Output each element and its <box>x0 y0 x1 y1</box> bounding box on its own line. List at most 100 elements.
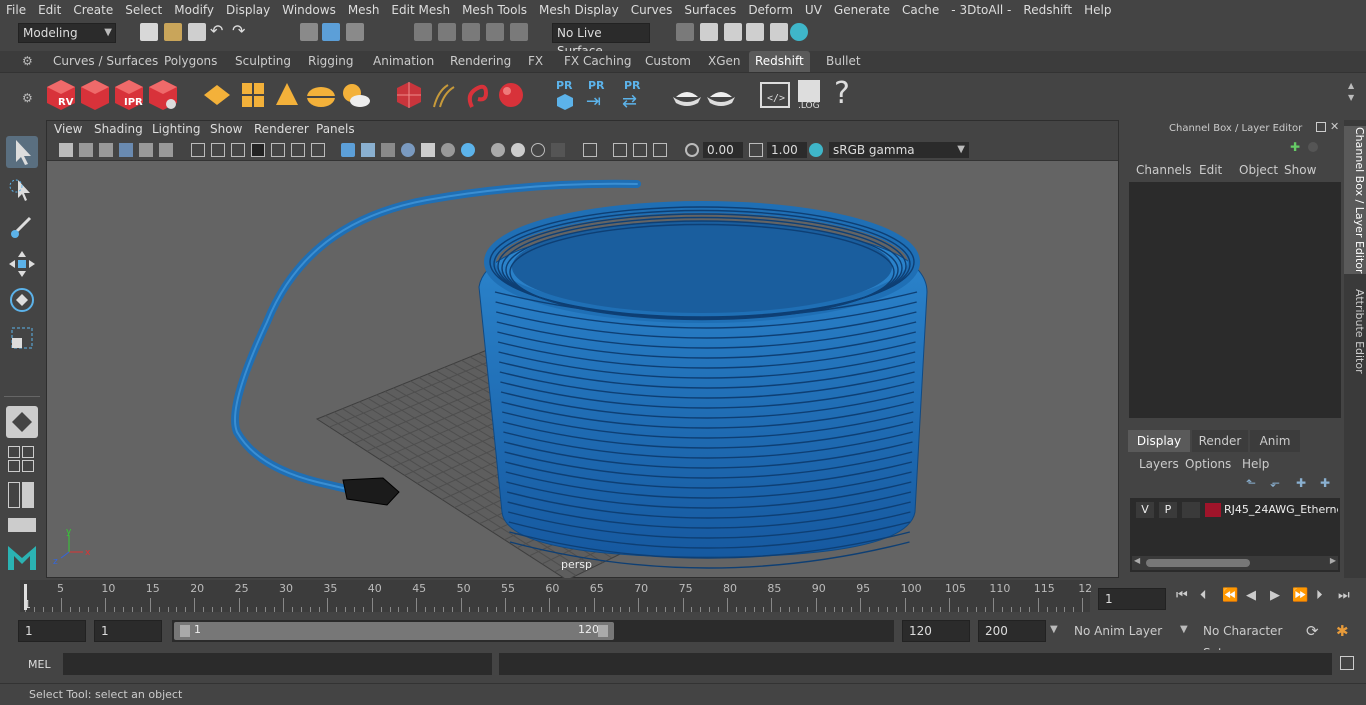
range-slider-handle[interactable]: 1 120 <box>174 622 614 640</box>
range-handle-left[interactable] <box>180 625 190 637</box>
step-forward-frame-icon[interactable]: ⏩ <box>1292 588 1308 603</box>
scale-tool-button[interactable] <box>6 322 38 354</box>
camera-attributes-icon[interactable] <box>79 143 93 157</box>
render-current-frame-icon[interactable] <box>724 23 742 41</box>
redo-icon[interactable]: ↷ <box>232 23 250 41</box>
tab-redshift[interactable]: Redshift <box>749 51 810 72</box>
tab-display[interactable]: Display <box>1128 430 1190 452</box>
tab-xgen[interactable]: XGen <box>702 51 747 72</box>
use-all-lights-icon[interactable] <box>421 143 435 157</box>
scroll-left-icon[interactable]: ◀ <box>1134 556 1140 565</box>
auto-key-icon[interactable]: ⟳ <box>1306 622 1319 640</box>
camera-select-icon[interactable] <box>59 143 73 157</box>
menu-deform[interactable]: Deform <box>742 0 799 20</box>
rotate-tool-button[interactable] <box>6 284 38 316</box>
redshift-settings-button[interactable] <box>146 77 180 113</box>
range-handle-right[interactable] <box>598 625 608 637</box>
ipr-render-icon[interactable] <box>746 23 764 41</box>
four-view-layout-button[interactable] <box>8 446 36 472</box>
viewport-panel[interactable]: View Shading Lighting Show Renderer Pane… <box>46 120 1119 578</box>
image-plane-icon[interactable] <box>119 143 133 157</box>
mode-selector[interactable]: Modeling ▼ <box>18 23 116 43</box>
wireframe-icon[interactable] <box>341 143 355 157</box>
viewport-menu-shading[interactable]: Shading <box>94 122 143 136</box>
depth-of-field-icon[interactable] <box>551 143 565 157</box>
xray-active-icon[interactable] <box>633 143 647 157</box>
play-forwards-icon[interactable]: ▶ <box>1270 588 1280 603</box>
tab-rigging[interactable]: Rigging <box>302 51 359 72</box>
arrow-up-icon[interactable]: ▲ <box>1348 81 1354 90</box>
safe-action-icon[interactable] <box>291 143 305 157</box>
tab-bullet[interactable]: Bullet <box>820 51 867 72</box>
resolution-gate-icon[interactable] <box>231 143 245 157</box>
tab-curves-surfaces[interactable]: Curves / Surfaces <box>47 51 164 72</box>
motion-blur-icon[interactable] <box>511 143 525 157</box>
color-space-dropdown[interactable]: sRGB gamma ▼ <box>829 142 969 158</box>
undo-icon[interactable]: ↶ <box>210 23 228 41</box>
gamma-icon[interactable] <box>749 143 763 157</box>
construction-history-icon[interactable] <box>676 23 694 41</box>
animation-end-field[interactable]: 200 <box>978 620 1046 642</box>
menu-mesh[interactable]: Mesh <box>342 0 386 20</box>
float-panel-icon[interactable] <box>1316 122 1326 132</box>
film-gate-icon[interactable] <box>211 143 225 157</box>
anti-aliasing-icon[interactable] <box>531 143 545 157</box>
move-tool-button[interactable] <box>6 248 38 280</box>
step-forward-key-icon[interactable]: ⏵ <box>1316 588 1323 603</box>
viewport-menu-renderer[interactable]: Renderer <box>254 122 309 136</box>
menu-select[interactable]: Select <box>119 0 168 20</box>
time-ruler[interactable]: 5 10 15 20 25 30 35 40 45 50 55 60 65 70 75 80 85 90 95 100… <box>20 580 1092 612</box>
redshift-dome-light-button[interactable] <box>304 77 338 113</box>
render-view-icon[interactable] <box>700 23 718 41</box>
shelf-scroll-arrows[interactable]: ▲ ▼ <box>1346 81 1360 111</box>
tab-render[interactable]: Render <box>1192 430 1248 452</box>
new-scene-icon[interactable] <box>140 23 158 41</box>
layer-playback-toggle[interactable]: P <box>1159 502 1177 518</box>
ambient-occlusion-icon[interactable] <box>491 143 505 157</box>
redshift-hair-button[interactable] <box>426 77 460 113</box>
tab-fx[interactable]: FX <box>522 51 549 72</box>
color-management-icon[interactable] <box>809 143 823 157</box>
playback-start-field[interactable]: 1 <box>94 620 162 642</box>
redshift-spot-light-button[interactable] <box>270 77 304 113</box>
tab-rendering[interactable]: Rendering <box>444 51 517 72</box>
exposure-icon[interactable] <box>685 143 699 157</box>
redshift-ipr-button[interactable]: IPR <box>112 77 146 113</box>
menu-cache[interactable]: Cache <box>896 0 945 20</box>
redshift-sphere-button[interactable] <box>494 77 528 113</box>
snap-grid-icon[interactable] <box>414 23 432 41</box>
viewport-menu-panels[interactable]: Panels <box>316 122 355 136</box>
bookmark-icon[interactable] <box>99 143 113 157</box>
scroll-right-icon[interactable]: ▶ <box>1330 556 1336 565</box>
menu-curves[interactable]: Curves <box>625 0 679 20</box>
current-frame-field[interactable]: 1 <box>1098 588 1166 610</box>
menu-edit-mesh[interactable]: Edit Mesh <box>385 0 456 20</box>
new-layer-icon[interactable]: ✚ <box>1296 476 1306 490</box>
smooth-shade-icon[interactable] <box>361 143 375 157</box>
select-by-object-icon[interactable] <box>322 23 340 41</box>
menu-file[interactable]: File <box>0 0 32 20</box>
menu-create[interactable]: Create <box>67 0 119 20</box>
viewport-menu-lighting[interactable]: Lighting <box>152 122 201 136</box>
tab-polygons[interactable]: Polygons <box>158 51 223 72</box>
menu-redshift[interactable]: Redshift <box>1017 0 1078 20</box>
shelf-menu-gear-icon[interactable]: ⚙ <box>22 91 33 105</box>
menu-object[interactable]: Object <box>1239 163 1278 177</box>
redshift-proxy-button[interactable] <box>392 77 426 113</box>
menu-show[interactable]: Show <box>1284 163 1316 177</box>
select-tool-button[interactable] <box>6 136 38 168</box>
xray-joints-icon[interactable] <box>613 143 627 157</box>
menu-channels[interactable]: Channels <box>1136 163 1192 177</box>
snap-curve-icon[interactable] <box>438 23 456 41</box>
render-settings-icon[interactable] <box>770 23 788 41</box>
menu-cb-edit[interactable]: Edit <box>1199 163 1222 177</box>
textured-icon[interactable] <box>401 143 415 157</box>
tab-sculpting[interactable]: Sculpting <box>229 51 297 72</box>
tab-fx-caching[interactable]: FX Caching <box>558 51 637 72</box>
chevron-down-icon[interactable]: ▼ <box>1050 624 1058 635</box>
menu-layers[interactable]: Layers <box>1139 457 1179 471</box>
grid-toggle-icon[interactable] <box>191 143 205 157</box>
gamma-field[interactable]: 1.00 <box>767 142 807 158</box>
live-surface-field[interactable]: No Live Surface <box>552 23 650 58</box>
move-layer-down-icon[interactable]: ⬐ <box>1270 476 1280 490</box>
